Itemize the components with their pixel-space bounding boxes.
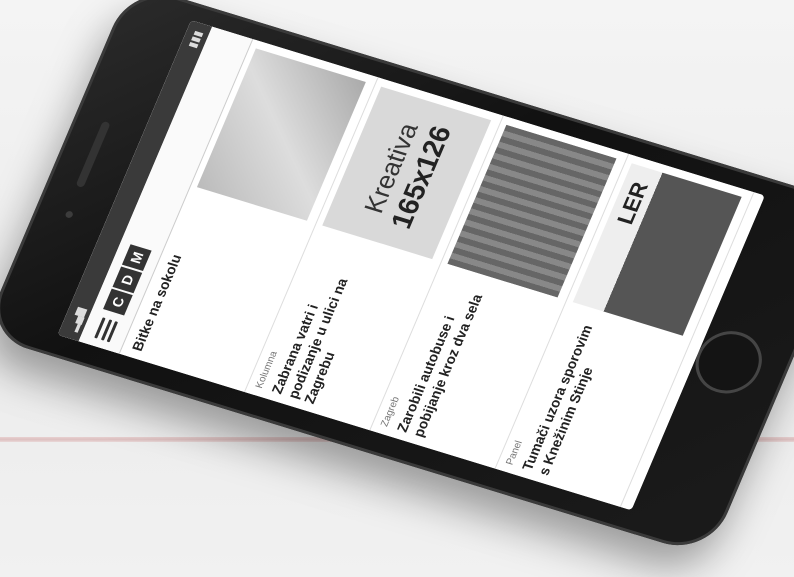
smartphone: ▂▄▆ ▮▮▮ C D M Bitke na sokolu Kolumna Za… [0,0,794,557]
earpiece-speaker [75,120,111,188]
hamburger-menu-icon[interactable] [94,317,119,343]
battery-icon: ▮▮▮ [186,29,205,50]
front-camera [64,210,74,219]
sign-text: LER [611,179,654,228]
